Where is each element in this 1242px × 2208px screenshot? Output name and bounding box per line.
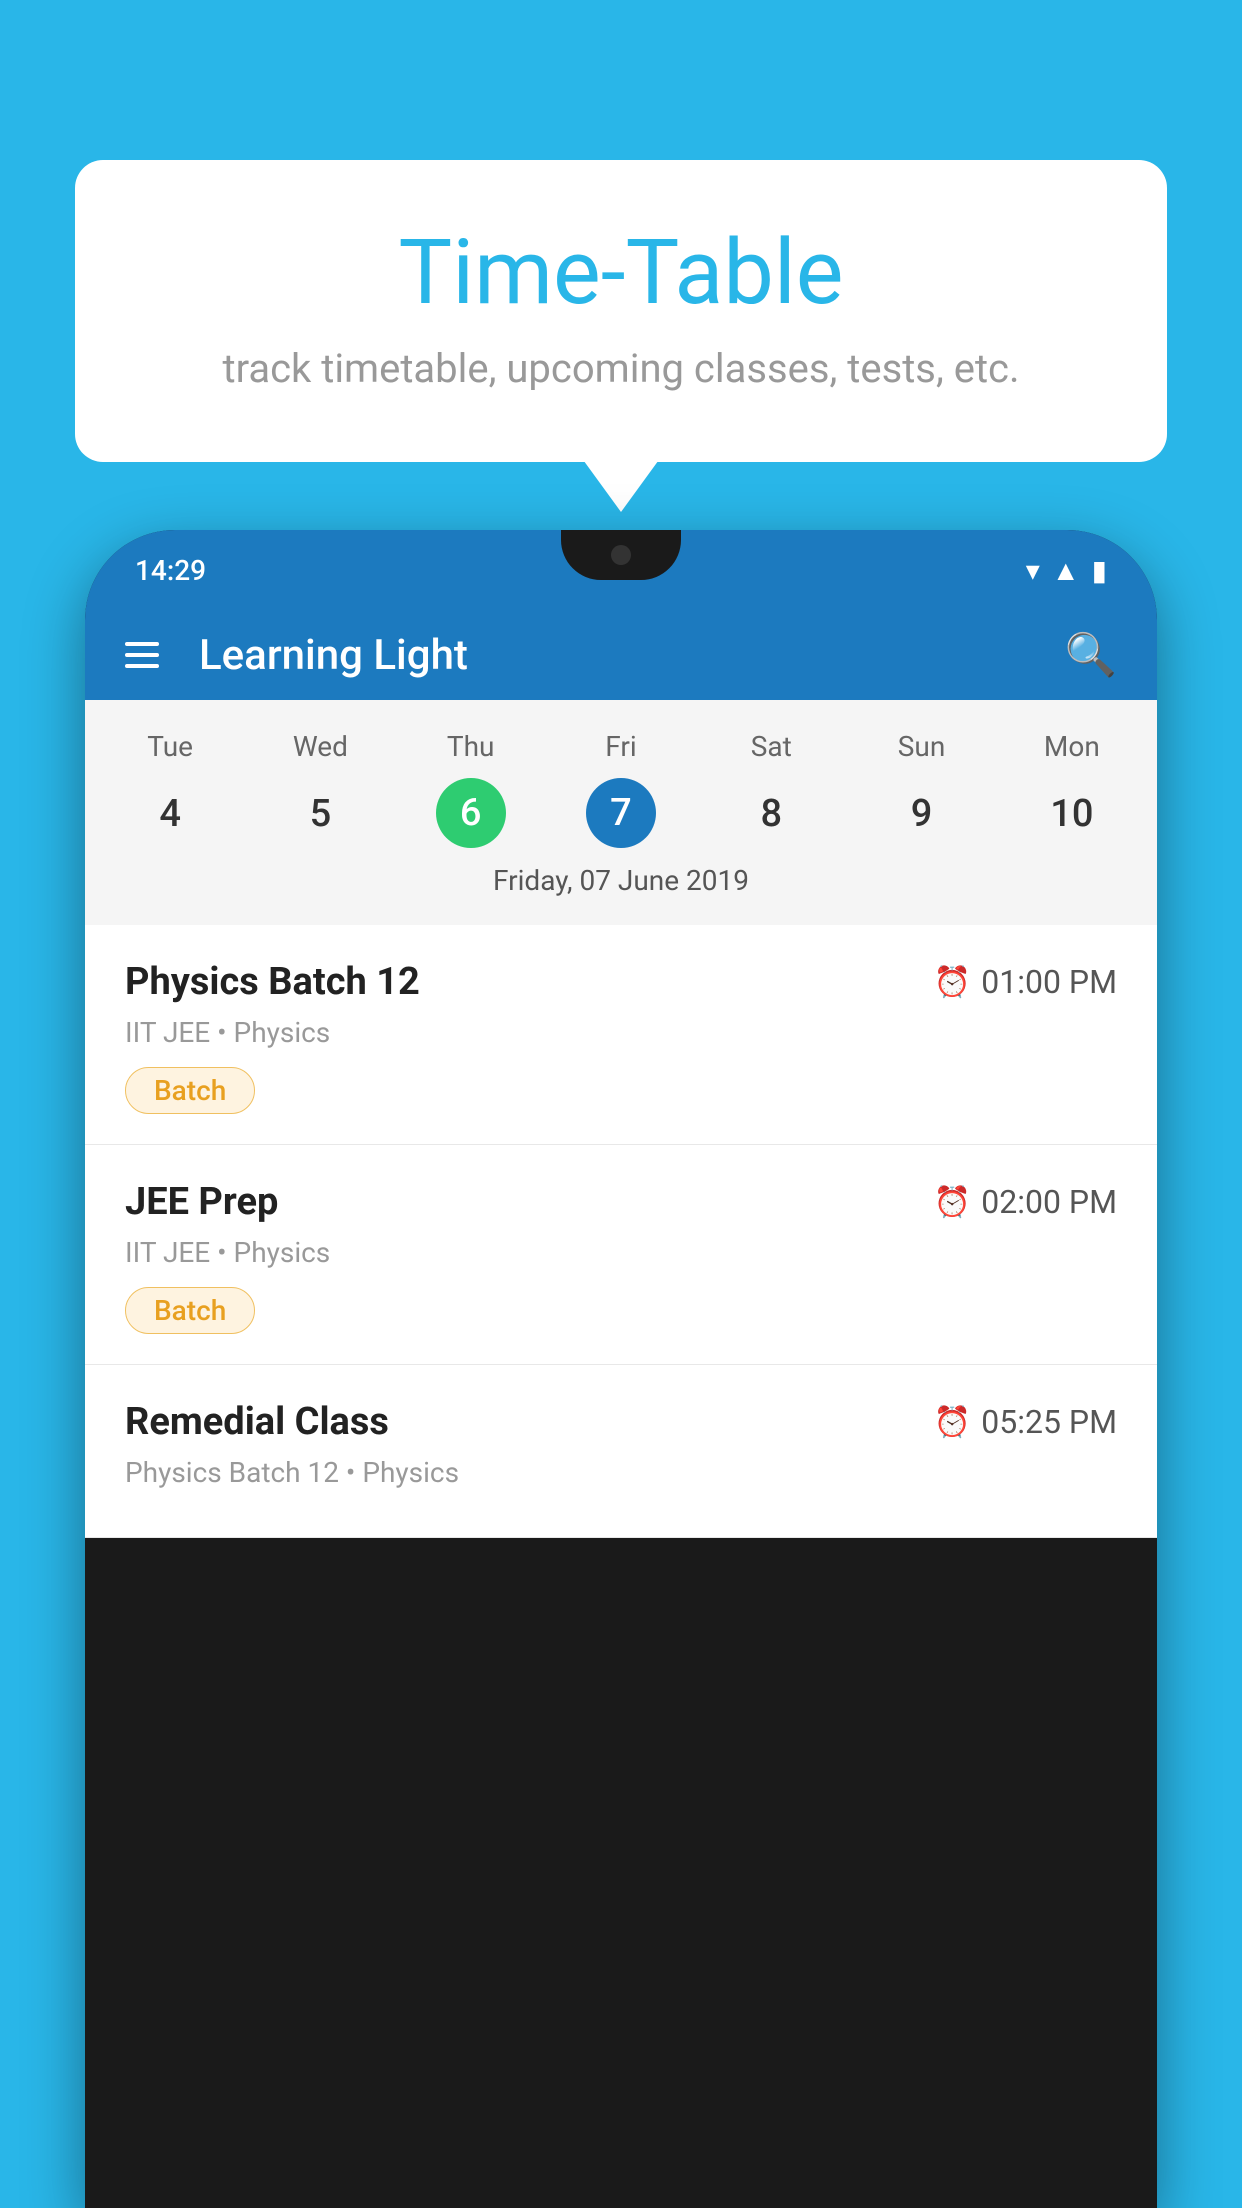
app-header: Learning Light 🔍 (85, 610, 1157, 700)
calendar-strip: TueWedThuFriSatSunMon 456 78910 Friday, 0… (85, 700, 1157, 925)
search-icon[interactable]: 🔍 (1065, 631, 1117, 680)
day-header: Thu (396, 720, 546, 773)
schedule-time: ⏰ 01:00 PM (934, 963, 1117, 1001)
wifi-icon: ▾ (1026, 554, 1040, 587)
clock-icon: ⏰ (934, 1405, 971, 1440)
camera (611, 545, 631, 565)
signal-icon: ▲ (1052, 554, 1080, 587)
notch (561, 530, 681, 580)
batch-badge: Batch (125, 1287, 255, 1334)
schedule-subtitle: IIT JEE • Physics (125, 1236, 1117, 1269)
schedule-item[interactable]: Remedial Class ⏰ 05:25 PM Physics Batch … (85, 1365, 1157, 1538)
clock-icon: ⏰ (934, 965, 971, 1000)
hero-subtitle: track timetable, upcoming classes, tests… (135, 345, 1107, 392)
schedule-title: JEE Prep (125, 1180, 278, 1224)
day-number[interactable]: 10 (997, 778, 1147, 850)
schedule-title: Physics Batch 12 (125, 960, 420, 1004)
schedule-item[interactable]: JEE Prep ⏰ 02:00 PM IIT JEE • Physics Ba… (85, 1145, 1157, 1365)
time-value: 02:00 PM (981, 1183, 1117, 1221)
day-number[interactable]: 6 (436, 778, 506, 848)
day-header: Tue (95, 720, 245, 773)
status-icons: ▾ ▲ ▮ (1026, 554, 1107, 587)
day-number[interactable]: 4 (95, 778, 245, 850)
day-header: Sat (696, 720, 846, 773)
schedule-item-header: Physics Batch 12 ⏰ 01:00 PM (125, 960, 1117, 1004)
day-header: Sun (846, 720, 996, 773)
day-number[interactable]: 9 (846, 778, 996, 850)
hamburger-menu[interactable] (125, 642, 159, 668)
status-time: 14:29 (135, 554, 206, 587)
schedule-item[interactable]: Physics Batch 12 ⏰ 01:00 PM IIT JEE • Ph… (85, 925, 1157, 1145)
phone-screen: TueWedThuFriSatSunMon 456 78910 Friday, 0… (85, 700, 1157, 1538)
day-headers: TueWedThuFriSatSunMon (95, 720, 1147, 773)
day-header: Wed (245, 720, 395, 773)
schedule-title: Remedial Class (125, 1400, 389, 1444)
phone-frame: 14:29 ▾ ▲ ▮ Learning Light 🔍 TueWedThuFr… (85, 530, 1157, 2208)
day-number[interactable]: 8 (696, 778, 846, 850)
selected-date-label: Friday, 07 June 2019 (95, 850, 1147, 915)
schedule-time: ⏰ 05:25 PM (934, 1403, 1117, 1441)
schedule-time: ⏰ 02:00 PM (934, 1183, 1117, 1221)
day-header: Mon (997, 720, 1147, 773)
hero-title: Time-Table (135, 220, 1107, 325)
schedule-item-header: Remedial Class ⏰ 05:25 PM (125, 1400, 1117, 1444)
day-header: Fri (546, 720, 696, 773)
clock-icon: ⏰ (934, 1185, 971, 1220)
battery-icon: ▮ (1092, 554, 1107, 587)
time-value: 01:00 PM (981, 963, 1117, 1001)
schedule-subtitle: IIT JEE • Physics (125, 1016, 1117, 1049)
speech-bubble: Time-Table track timetable, upcoming cla… (75, 160, 1167, 462)
schedule-subtitle: Physics Batch 12 • Physics (125, 1456, 1117, 1489)
batch-badge: Batch (125, 1067, 255, 1114)
day-number[interactable]: 7 (586, 778, 656, 848)
time-value: 05:25 PM (981, 1403, 1117, 1441)
app-title: Learning Light (199, 631, 1065, 680)
schedule-list: Physics Batch 12 ⏰ 01:00 PM IIT JEE • Ph… (85, 925, 1157, 1538)
day-number[interactable]: 5 (245, 778, 395, 850)
day-numbers: 456 78910 (95, 778, 1147, 850)
schedule-item-header: JEE Prep ⏰ 02:00 PM (125, 1180, 1117, 1224)
status-bar: 14:29 ▾ ▲ ▮ (85, 530, 1157, 610)
